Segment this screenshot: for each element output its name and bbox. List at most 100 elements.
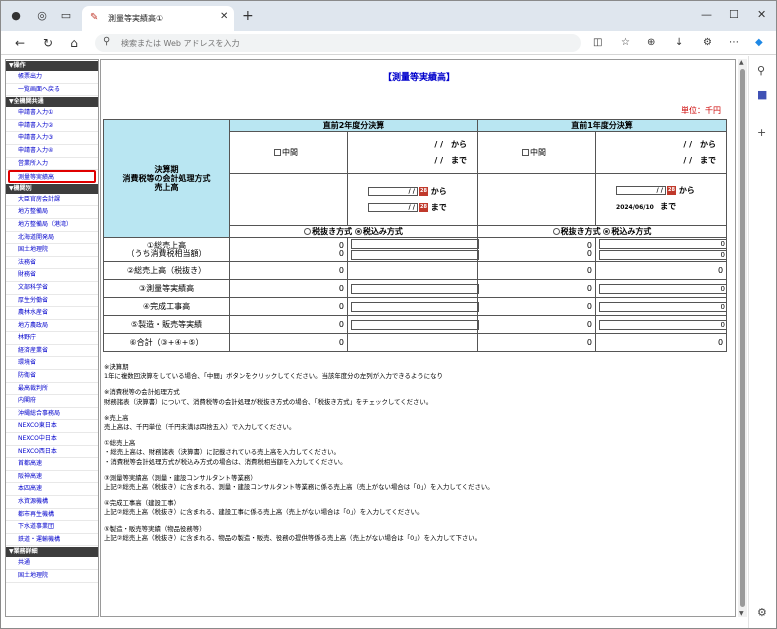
collections-icon[interactable]: ⊕ [647, 37, 655, 48]
minimize-icon[interactable]: — [701, 8, 712, 21]
sidebar-item[interactable]: 地方整備局（港湾） [6, 219, 98, 232]
sidebar-item[interactable]: 防衛省 [6, 370, 98, 383]
sidebar-item[interactable]: NEXCO西日本 [6, 446, 98, 459]
prev1-start-date-input[interactable]: / / [616, 186, 667, 195]
extensions-icon[interactable]: ⚙ [703, 37, 712, 48]
prev1-tax-incl-radio[interactable] [603, 228, 611, 235]
prev2-amount-input[interactable] [351, 301, 479, 312]
more-icon[interactable]: ⋯ [729, 37, 739, 48]
sidebar-item[interactable]: 共通 [6, 557, 98, 570]
prev1-amount-input[interactable]: 0 [599, 250, 728, 260]
sidebar-item[interactable]: 水資源機構 [6, 496, 98, 509]
sidebar-item[interactable]: 本四高速 [6, 483, 98, 496]
maximize-icon[interactable]: ☐ [729, 8, 739, 21]
scroll-up-icon[interactable]: ▲ [739, 59, 744, 66]
row-label: ④完成工事高 [103, 297, 230, 316]
scroll-thumb[interactable] [740, 69, 745, 607]
prev2-start-date-input[interactable]: / / [368, 186, 418, 196]
sidebar-app-icon[interactable]: ■ [757, 88, 767, 101]
sidebar-item[interactable]: 厚生労働省 [6, 295, 98, 308]
workspaces-icon[interactable]: ◎ [35, 9, 49, 23]
sidebar-item[interactable]: 測量等実績高 [8, 170, 96, 183]
address-bar[interactable]: ⚲ [95, 34, 581, 52]
new-tab-button[interactable]: + [242, 8, 254, 24]
sidebar-item[interactable]: 鉄道・運輸機構 [6, 534, 98, 547]
sidebar-item[interactable]: 申請書入力② [6, 120, 98, 133]
home-icon[interactable]: ⌂ [67, 35, 81, 51]
sidebar-item[interactable]: 一覧画面へ戻る [6, 84, 98, 97]
tab-actions-icon[interactable]: ▭ [59, 9, 73, 23]
sidebar-item[interactable]: 首都高速 [6, 458, 98, 471]
prev1-tax-excl-radio[interactable] [552, 228, 560, 235]
sidebar-item[interactable]: 申請書入力④ [6, 145, 98, 158]
prev1-amount-input[interactable]: 0 [599, 283, 728, 294]
profile-icon[interactable]: ● [9, 9, 23, 23]
sidebar-item[interactable]: 大臣官房会計課 [6, 194, 98, 207]
downloads-icon[interactable]: ↓ [675, 37, 683, 48]
prev2-amount-input[interactable] [351, 250, 479, 260]
sidebar-item[interactable]: 最高裁判所 [6, 383, 98, 396]
prev2-header: 直前2年度分決算 [228, 119, 479, 132]
sidebar-item[interactable]: 国土地理院 [6, 570, 98, 583]
prev2-input-cell [346, 333, 479, 352]
sidebar-settings-icon[interactable]: ⚙ [757, 606, 767, 619]
address-input[interactable] [121, 36, 561, 50]
sidebar-item[interactable]: 北海道開発局 [6, 232, 98, 245]
sidebar-item[interactable]: 経済産業省 [6, 345, 98, 358]
sidebar-item[interactable]: 文部科学省 [6, 282, 98, 295]
prev2-amount-input[interactable] [351, 239, 479, 249]
sidebar-item[interactable]: NEXCO東日本 [6, 420, 98, 434]
sidebar-item[interactable]: 下水道事業団 [6, 521, 98, 534]
sidebar-item[interactable]: 沖縄総合事務局 [6, 408, 98, 421]
active-tab[interactable]: ✎ 測量等実績高① ✕ [82, 6, 234, 31]
prev2-chuukan-checkbox[interactable] [274, 149, 281, 156]
sidebar-item[interactable]: 阪神高速 [6, 471, 98, 484]
copilot-icon[interactable]: ◆ [755, 37, 763, 48]
sidebar-item[interactable]: 法務省 [6, 257, 98, 270]
prev1-amount-input[interactable]: 0 [599, 301, 728, 312]
sidebar-add-icon[interactable]: + [757, 126, 766, 139]
sidebar-item[interactable]: 申請書入力① [6, 107, 98, 120]
calendar-icon[interactable]: 28 [667, 186, 677, 195]
prev2-tax-cell: 税抜き方式 税込み方式 [228, 225, 479, 238]
calendar-icon[interactable]: 28 [419, 186, 428, 196]
back-icon[interactable]: ← [13, 35, 27, 51]
sidebar-search-icon[interactable]: ⚲ [757, 64, 765, 77]
reader-icon[interactable]: ◫ [593, 37, 602, 48]
prev2-input-cell [346, 279, 479, 298]
sidebar-item[interactable]: 環境省 [6, 357, 98, 371]
prev2-tax-incl-radio[interactable] [354, 228, 362, 235]
sidebar-item[interactable]: 内閣府 [6, 395, 98, 408]
sidebar-item[interactable]: 都市再生機構 [6, 509, 98, 522]
content-scrollbar[interactable]: ▲ ▼ [738, 59, 747, 617]
navigation-bar: ← ↻ ⌂ ⚲ ◫ ☆ ⊕ ↓ ⚙ ⋯ ◆ [1, 31, 776, 55]
prev2-amount-input[interactable] [351, 319, 479, 330]
scroll-down-icon[interactable]: ▼ [739, 610, 744, 617]
sidebar-item[interactable]: NEXCO中日本 [6, 433, 98, 446]
prev1-amount-input[interactable]: 0 [599, 239, 728, 249]
sidebar-item[interactable]: 営業所入力 [6, 158, 98, 171]
sidebar-item[interactable]: 農林水産省 [6, 307, 98, 320]
tax-incl-label: 税込み方式 [611, 227, 652, 236]
sidebar-item[interactable]: 地方整備局 [6, 206, 98, 219]
tab-bar: ● ◎ ▭ ✎ 測量等実績高① ✕ + — ☐ ✕ [1, 1, 776, 31]
prev2-tax-excl-radio[interactable] [304, 228, 312, 235]
close-tab-icon[interactable]: ✕ [220, 11, 228, 22]
sidebar-item[interactable]: 財務省 [6, 269, 98, 282]
refresh-icon[interactable]: ↻ [41, 35, 55, 51]
sidebar-item[interactable]: 林野庁 [6, 332, 98, 345]
favorite-icon[interactable]: ☆ [621, 37, 630, 48]
calendar-icon[interactable]: 28 [419, 202, 428, 212]
close-window-icon[interactable]: ✕ [757, 8, 766, 21]
row-label: ⑥合計（③+④+⑤） [103, 333, 230, 352]
prev1-chuukan-checkbox[interactable] [522, 149, 530, 156]
prev2-amount-input[interactable] [351, 283, 479, 294]
sidebar-item[interactable]: 国土地理院 [6, 244, 98, 257]
prev2-end-date-input[interactable]: / / [368, 202, 418, 212]
prev1-value: 0 [477, 315, 597, 334]
sidebar-item[interactable]: 申請書入力③ [6, 132, 98, 145]
prev1-amount-input[interactable]: 0 [599, 319, 728, 330]
row-label: ③測量等実績高 [103, 279, 230, 298]
sidebar-item[interactable]: 帳票出力 [6, 71, 98, 84]
sidebar-item[interactable]: 地方農政局 [6, 320, 98, 333]
